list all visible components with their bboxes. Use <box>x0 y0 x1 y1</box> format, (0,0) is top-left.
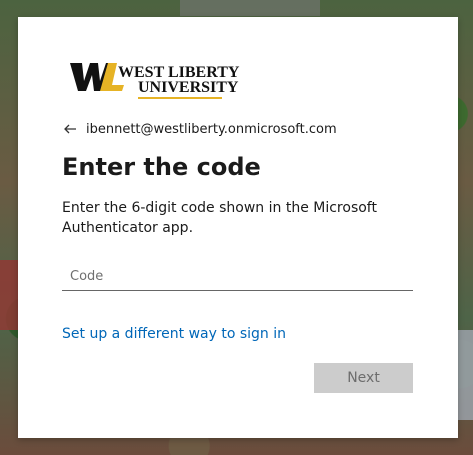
page-title: Enter the code <box>62 153 261 181</box>
instruction-text: Enter the 6-digit code shown in the Micr… <box>62 200 377 236</box>
code-input[interactable] <box>62 263 413 291</box>
account-email: ibennett@westliberty.onmicrosoft.com <box>86 121 337 137</box>
next-button[interactable]: Next <box>314 363 413 393</box>
background-roof <box>180 0 320 16</box>
university-logo: WEST LIBERTY UNIVERSITY <box>68 59 239 99</box>
logo-text-line2: UNIVERSITY <box>138 79 239 96</box>
account-row: ibennett@westliberty.onmicrosoft.com <box>62 121 337 137</box>
signin-card: WEST LIBERTY UNIVERSITY ibennett@westlib… <box>18 17 458 438</box>
logo-underline <box>138 97 222 99</box>
background-building-left <box>0 260 18 330</box>
different-signin-link[interactable]: Set up a different way to sign in <box>62 326 286 342</box>
background-building-right <box>457 330 473 420</box>
arrow-left-icon[interactable] <box>62 121 78 137</box>
